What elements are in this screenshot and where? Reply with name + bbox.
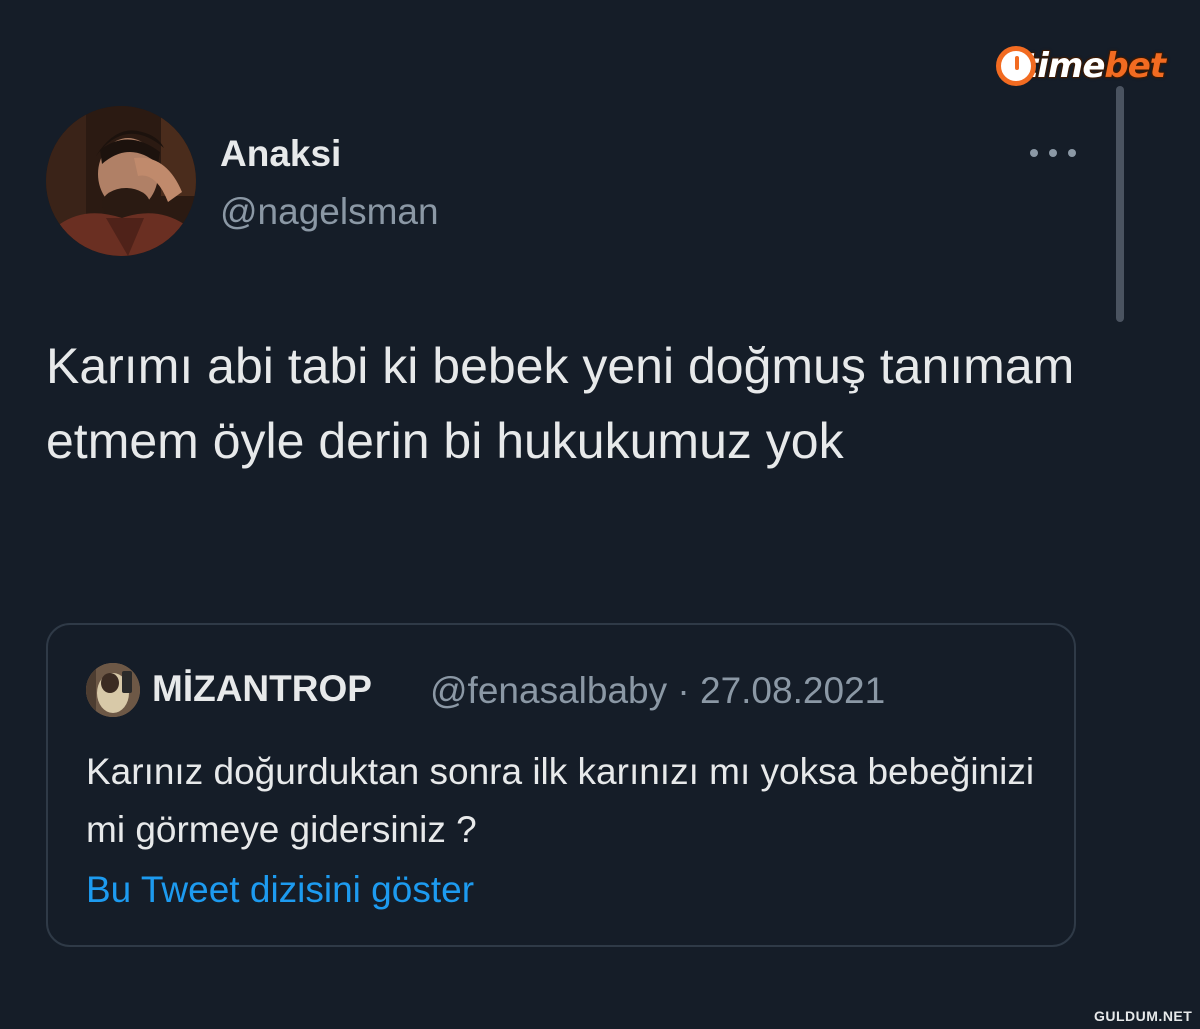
more-horizontal-icon[interactable]	[1030, 140, 1076, 166]
timebet-logo: timebet	[996, 40, 1166, 92]
more-dot	[1030, 149, 1038, 157]
profile-photo-icon	[86, 663, 140, 717]
author-handle[interactable]: @nagelsman	[220, 190, 439, 234]
logo-wordmark: timebet	[1022, 46, 1166, 86]
quoted-tweet-text: Karınız doğurduktan sonra ilk karınızı m…	[86, 751, 1035, 850]
meta-separator: ·	[677, 670, 690, 711]
show-thread-link[interactable]: Bu Tweet dizisini göster	[86, 868, 474, 912]
quoted-tweet-card[interactable]: MİZANTROP @fenasalbaby · 27.08.2021 Karı…	[46, 623, 1076, 947]
author-display-name[interactable]: Anaksi	[220, 132, 341, 176]
clock-icon	[996, 46, 1036, 86]
quoted-author-display-name[interactable]: MİZANTROP	[152, 667, 372, 711]
more-dot	[1068, 149, 1076, 157]
author-avatar[interactable]	[46, 106, 196, 256]
site-watermark: GULDUM.NET	[1094, 1008, 1193, 1024]
profile-photo-icon	[46, 106, 196, 256]
tweet-text: Karımı abi tabi ki bebek yeni doğmuş tan…	[46, 338, 1075, 469]
quoted-author-handle[interactable]: @fenasalbaby	[430, 670, 667, 711]
quoted-author-meta: @fenasalbaby · 27.08.2021	[430, 669, 885, 713]
more-dot	[1049, 149, 1057, 157]
scrollbar-thumb[interactable]	[1116, 86, 1124, 322]
quoted-author-avatar[interactable]	[86, 663, 140, 717]
quoted-tweet-date[interactable]: 27.08.2021	[700, 670, 885, 711]
